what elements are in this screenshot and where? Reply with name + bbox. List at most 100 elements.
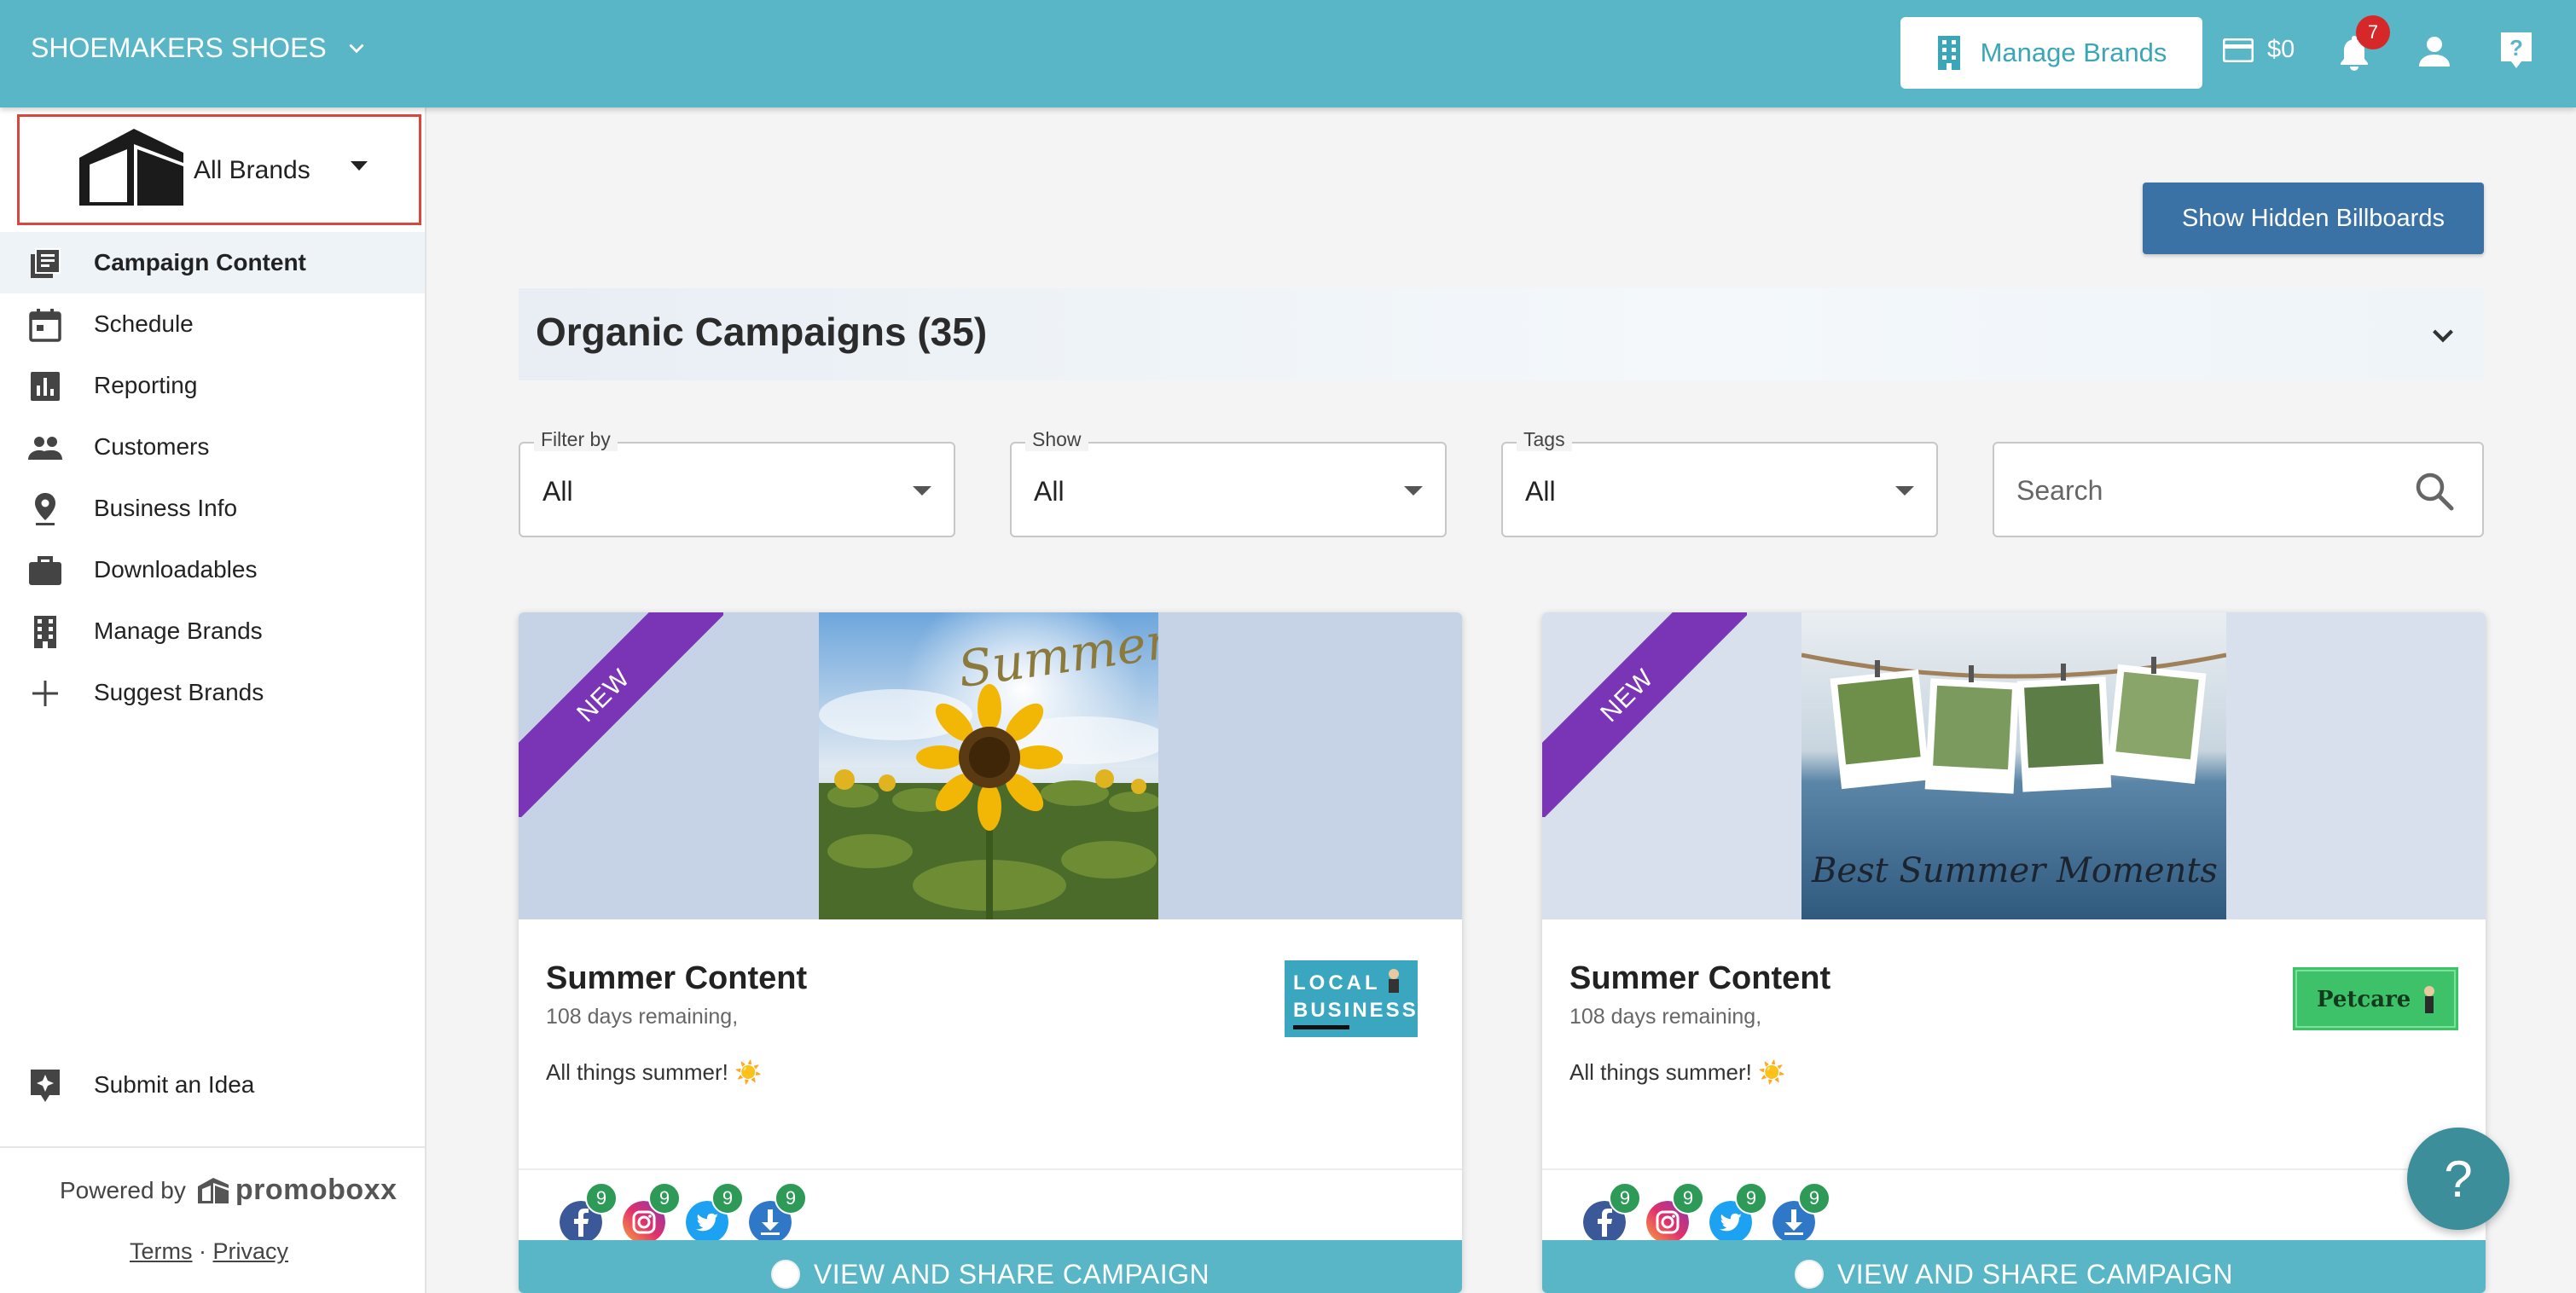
sidebar-item-customers[interactable]: Customers [0, 416, 425, 478]
new-ribbon-label: NEW [519, 612, 723, 817]
powered-by: Powered by promoboxx [60, 1174, 397, 1207]
view-and-share-label: VIEW AND SHARE CAMPAIGN [813, 1258, 1210, 1290]
calendar-icon [29, 309, 61, 342]
powered-by-label: Powered by [60, 1176, 186, 1203]
campaign-card[interactable]: Best Summer Moments NEW Summer Content 1… [1542, 612, 2486, 1293]
sidebar-item-label: Customers [94, 433, 210, 460]
location-pin-icon [35, 493, 55, 525]
view-and-share-label: VIEW AND SHARE CAMPAIGN [1836, 1258, 2234, 1290]
submit-idea-label: Submit an Idea [94, 1071, 255, 1098]
sidebar-item-label: Manage Brands [94, 618, 263, 644]
credit-balance[interactable]: $0 [2223, 36, 2295, 64]
campaign-title: Summer Content [1569, 960, 1831, 996]
local-business-brand-logo: LOCAL BUSINESS [1285, 960, 1418, 1037]
summer-moments-image: Best Summer Moments [1801, 612, 2226, 919]
sidebar-item-manage-brands[interactable]: Manage Brands [0, 600, 425, 662]
promoboxx-box-icon [197, 1177, 229, 1203]
twitter-count: 9 [711, 1182, 744, 1215]
manage-brands-button[interactable]: Manage Brands [1900, 17, 2202, 89]
facebook-count: 9 [585, 1182, 618, 1215]
brand-tag-line1: Petcare [2317, 987, 2411, 1012]
organic-campaigns-header[interactable]: Organic Campaigns (35) [519, 288, 2484, 380]
tags-value: All [1525, 476, 1556, 507]
promoboxx-wordmark: promoboxx [235, 1174, 397, 1206]
brand-tag-line1: LOCAL [1293, 971, 1381, 994]
sidebar-item-label: Downloadables [94, 556, 258, 583]
tags-label: Tags [1517, 428, 1572, 451]
sidebar: All Brands Campaign Content Schedule Rep… [0, 107, 426, 1293]
hero-script-text: Best Summer Moments [1811, 851, 2218, 890]
caret-down-icon [913, 486, 931, 496]
show-select[interactable]: Show All [1010, 428, 1447, 537]
card-divider [519, 1168, 1462, 1170]
people-icon [28, 437, 62, 460]
briefcase-icon [29, 556, 61, 585]
new-ribbon: NEW [519, 612, 723, 817]
sidebar-item-label: Business Info [94, 495, 238, 521]
campaign-content-icon [31, 248, 61, 278]
user-icon[interactable] [2417, 34, 2451, 68]
submit-idea-link[interactable]: Submit an Idea [0, 1056, 425, 1117]
plus-icon [32, 681, 58, 706]
org-switcher[interactable]: SHOEMAKERS SHOES [31, 32, 368, 64]
sidebar-item-label: Schedule [94, 310, 194, 337]
caret-down-icon [351, 161, 368, 171]
promoboxx-logo: promoboxx [196, 1174, 397, 1207]
help-chat-button[interactable]: ? [2407, 1128, 2509, 1230]
radio-circle-icon [770, 1260, 800, 1289]
campaign-remaining: 108 days remaining, [1569, 1005, 1762, 1029]
credit-amount: $0 [2267, 36, 2295, 63]
sidebar-item-downloadables[interactable]: Downloadables [0, 539, 425, 600]
new-ribbon: NEW [1542, 612, 1747, 817]
building-icon [1937, 36, 1960, 70]
sidebar-item-business-info[interactable]: Business Info [0, 478, 425, 539]
campaign-hero: Best Summer Moments NEW [1542, 612, 2486, 919]
facebook-count: 9 [1609, 1182, 1641, 1215]
sidebar-item-suggest-brands[interactable]: Suggest Brands [0, 662, 425, 723]
show-hidden-billboards-button[interactable]: Show Hidden Billboards [2143, 183, 2484, 254]
tags-select[interactable]: Tags All [1501, 428, 1938, 537]
help-icon[interactable]: ? [2499, 31, 2533, 70]
show-value: All [1034, 476, 1065, 507]
sidebar-item-label: Reporting [94, 372, 198, 398]
brand-logo-icon [79, 129, 183, 206]
sidebar-divider [0, 1146, 425, 1148]
caret-down-icon [1404, 486, 1423, 496]
chevron-down-icon [2433, 329, 2453, 343]
view-and-share-button[interactable]: VIEW AND SHARE CAMPAIGN [1542, 1240, 2486, 1293]
sunflower-image: Summer [819, 612, 1158, 919]
campaign-remaining: 108 days remaining, [546, 1005, 739, 1029]
chevron-down-icon [349, 43, 364, 53]
brand-selector-label: All Brands [194, 156, 310, 184]
search-box [1993, 442, 2484, 537]
legal-separator: · [199, 1238, 207, 1264]
sidebar-item-campaign-content[interactable]: Campaign Content [0, 232, 425, 293]
download-count: 9 [1798, 1182, 1830, 1215]
building-icon [34, 616, 56, 648]
sidebar-nav: Campaign Content Schedule Reporting Cust… [0, 232, 425, 723]
download-count: 9 [775, 1182, 807, 1215]
sidebar-item-schedule[interactable]: Schedule [0, 293, 425, 355]
credit-card-icon [2223, 38, 2254, 62]
bar-chart-icon [31, 372, 60, 401]
brand-selector[interactable]: All Brands [17, 114, 421, 225]
sidebar-item-reporting[interactable]: Reporting [0, 355, 425, 416]
instagram-count: 9 [1672, 1182, 1704, 1215]
filter-by-label: Filter by [534, 428, 618, 451]
search-icon[interactable] [2412, 469, 2457, 513]
terms-link[interactable]: Terms [130, 1238, 193, 1264]
filter-by-select[interactable]: Filter by All [519, 428, 955, 537]
search-input[interactable] [2016, 469, 2409, 512]
caret-down-icon [1895, 486, 1914, 496]
show-label: Show [1025, 428, 1088, 451]
svg-text:?: ? [2509, 35, 2523, 61]
sidebar-item-label: Suggest Brands [94, 679, 264, 705]
manage-brands-label: Manage Brands [1980, 38, 2167, 67]
privacy-link[interactable]: Privacy [213, 1238, 289, 1264]
top-bar: SHOEMAKERS SHOES Manage Brands $0 7 ? [0, 0, 2576, 107]
campaign-card[interactable]: Summer NEW Summer Content 108 days remai… [519, 612, 1462, 1293]
brand-tag-line2: BUSINESS [1293, 999, 1418, 1022]
legal-links: Terms · Privacy [130, 1238, 288, 1265]
section-title: Organic Campaigns (35) [536, 310, 988, 354]
view-and-share-button[interactable]: VIEW AND SHARE CAMPAIGN [519, 1240, 1462, 1293]
